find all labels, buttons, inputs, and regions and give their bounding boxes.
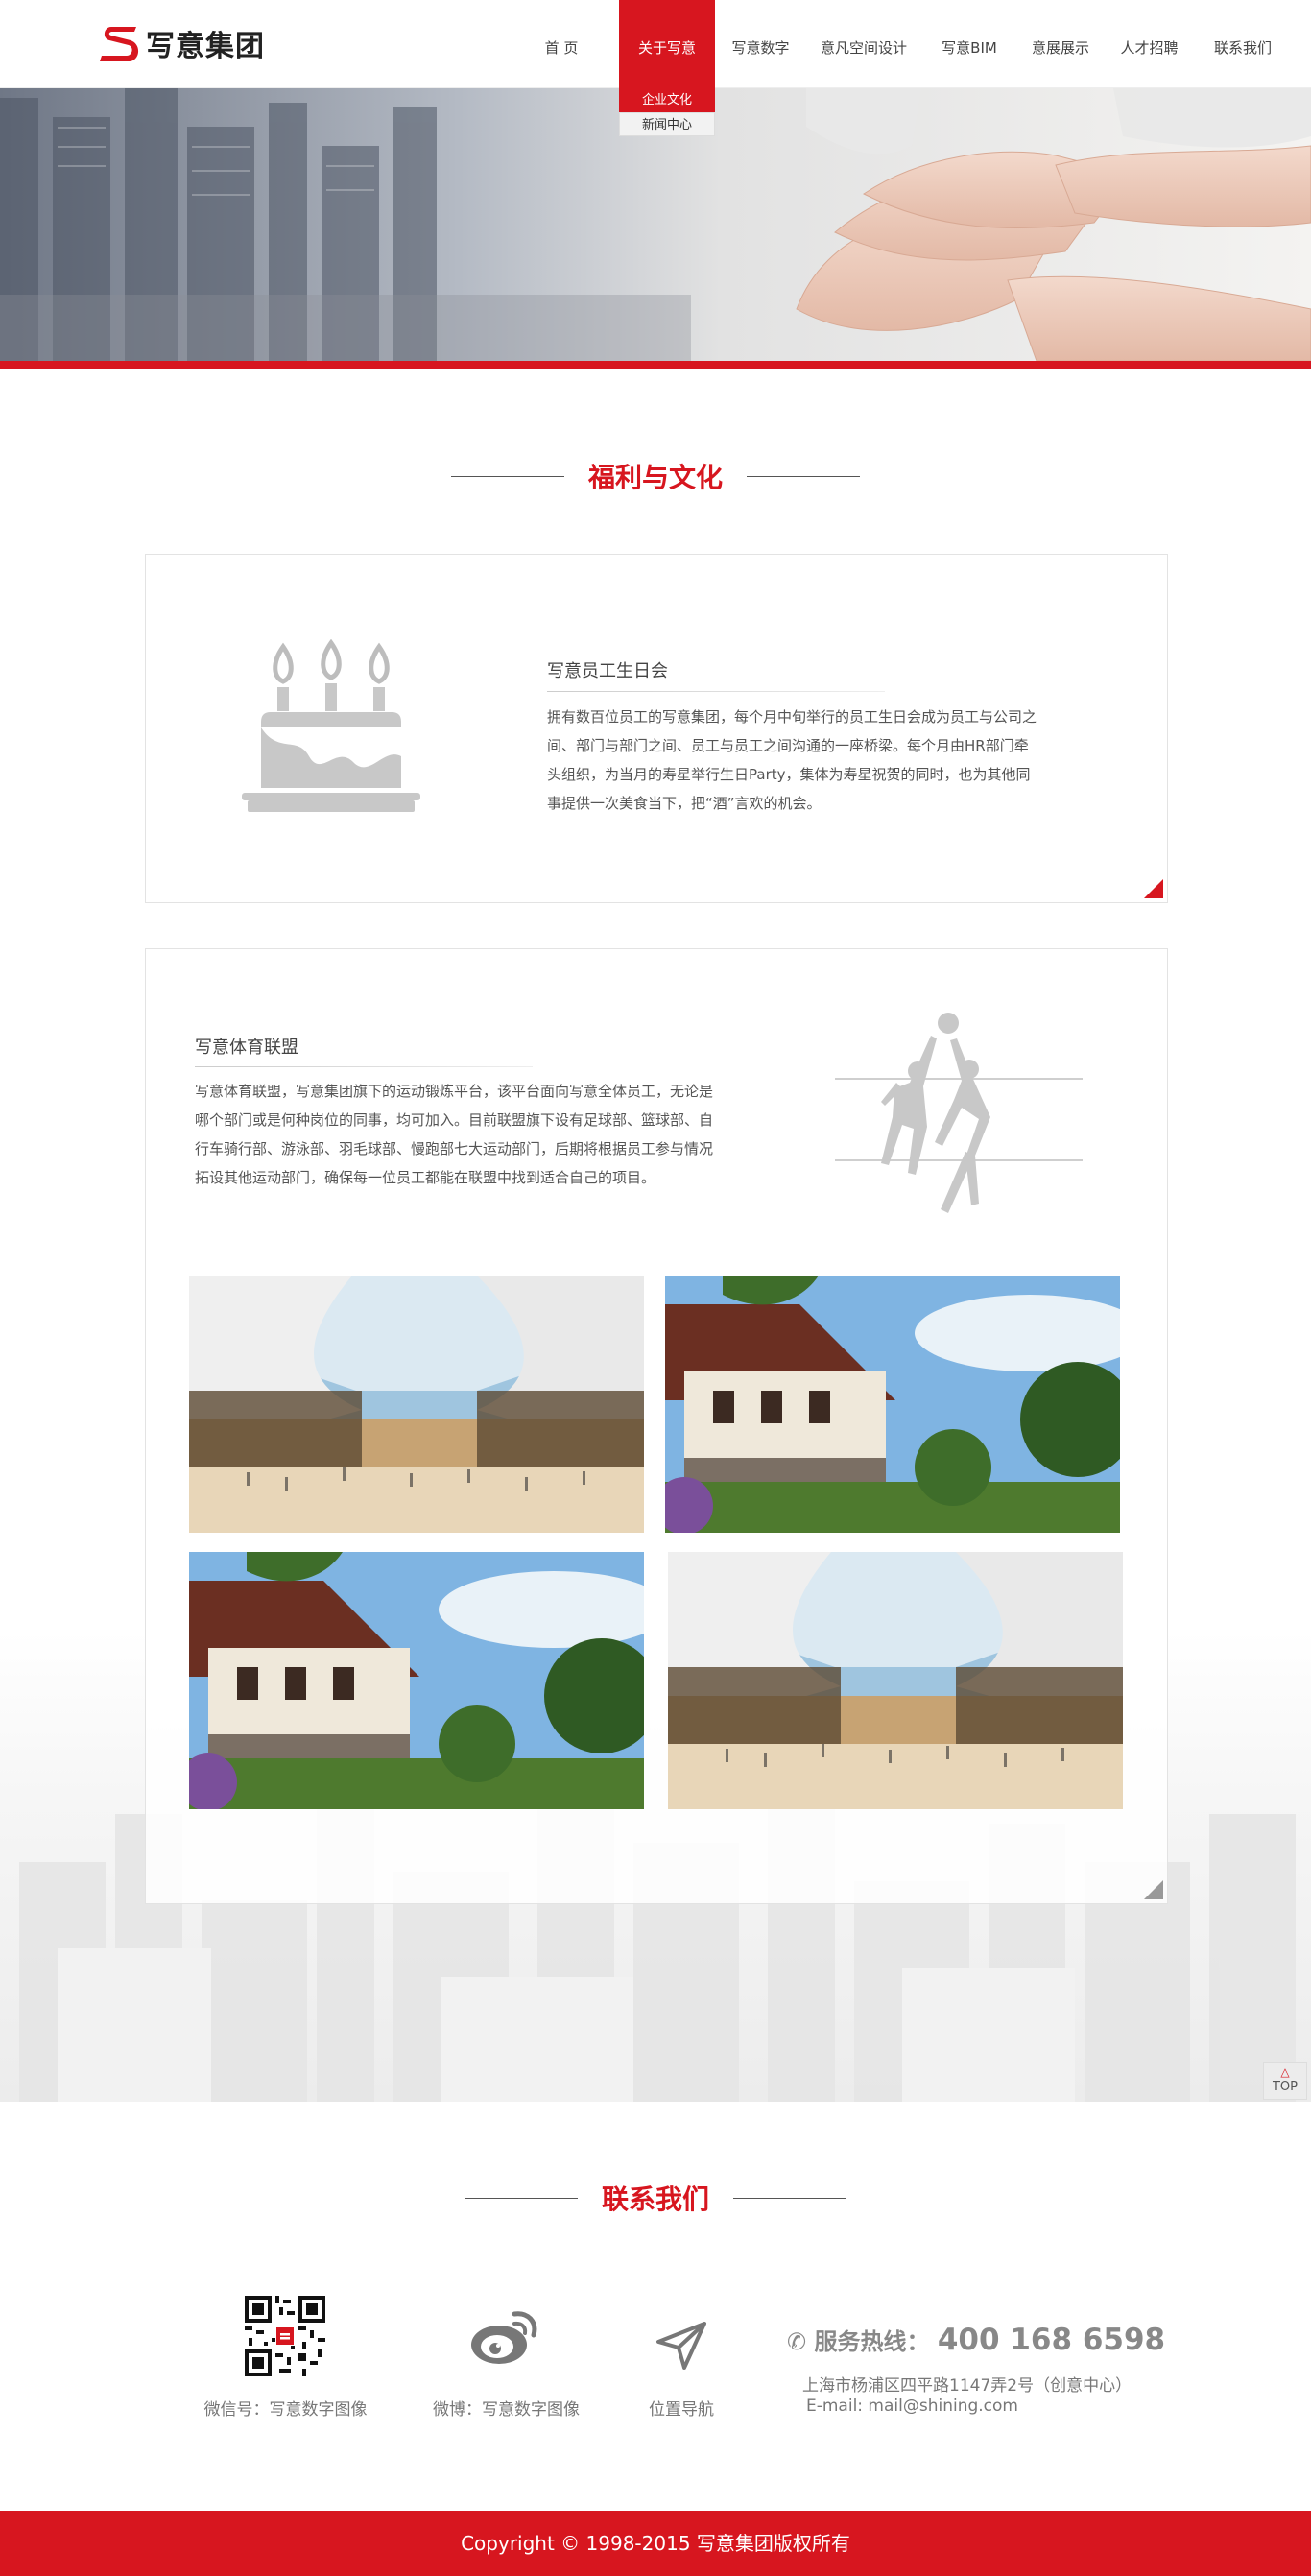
- title-left-rule: [464, 2197, 578, 2199]
- title-left-rule: [450, 475, 564, 477]
- site-logo[interactable]: 写意集团: [98, 21, 265, 65]
- contact-title-text: 联系我们: [601, 2183, 709, 2215]
- hotline-number[interactable]: 400 168 6598: [938, 2323, 1165, 2357]
- sports-line: 行车骑行部、游泳部、羽毛球部、慢跑部七大运动部门，后期将根据员工参与情况: [195, 1140, 714, 1157]
- volleyball-players-icon: [835, 1012, 1094, 1241]
- sports-heading-rule: [195, 1066, 533, 1067]
- site-header: 写意集团 首 页 关于写意 写意数字 意凡空间设计 写意BIM 意展展示 人才招…: [0, 0, 1311, 88]
- banner-red-line: [0, 361, 1311, 369]
- site-footer: Copyright © 1998-2015 写意集团版权所有: [0, 2511, 1311, 2576]
- logo-text: 写意集团: [146, 30, 265, 63]
- logo-s-icon: [98, 21, 142, 65]
- nav-recruitment[interactable]: 人才招聘: [1104, 0, 1195, 88]
- nav-digital[interactable]: 写意数字: [715, 0, 806, 88]
- birthday-line: 拥有数百位员工的写意集团，每个月中旬举行的员工生日会成为员工与公司之: [547, 708, 1037, 726]
- wechat-qr-code[interactable]: [245, 2296, 325, 2380]
- contact-section-title: 联系我们: [0, 2179, 1311, 2217]
- location-label: 位置导航: [649, 2400, 714, 2420]
- sports-line: 拓设其他运动部门，确保每一位员工都能在联盟中找到适合自己的项目。: [195, 1169, 656, 1186]
- birthday-line: 头组织，为当月的寿星举行生日Party，集体为寿星祝贺的同时，也为其他同: [547, 766, 1031, 783]
- phone-icon: ✆: [787, 2328, 807, 2355]
- sports-line: 哪个部门或是何种岗位的同事，均可加入。目前联盟旗下设有足球部、篮球部、自: [195, 1111, 714, 1129]
- weibo-label: 微博：写意数字图像: [433, 2400, 580, 2420]
- card-corner-marker: [1144, 879, 1163, 898]
- up-arrow-icon: △: [1280, 2065, 1290, 2079]
- nav-bim[interactable]: 写意BIM: [921, 0, 1017, 88]
- title-right-rule: [747, 475, 861, 477]
- birthday-line: 事提供一次美食当下，把“酒”言欢的机会。: [547, 795, 822, 812]
- submenu-culture[interactable]: 企业文化: [619, 88, 715, 112]
- back-to-top-label: TOP: [1272, 2080, 1298, 2094]
- submenu-news[interactable]: 新闻中心: [619, 112, 715, 136]
- company-email[interactable]: E-mail: mail@shining.com: [802, 2397, 1132, 2417]
- birthday-heading: 写意员工生日会: [547, 661, 668, 681]
- gallery-photo-house-2[interactable]: [189, 1552, 644, 1809]
- birthday-cake-icon: [240, 638, 422, 821]
- gallery-photo-mall-2[interactable]: [668, 1552, 1123, 1809]
- sports-heading: 写意体育联盟: [195, 1038, 298, 1058]
- birthday-card: 写意员工生日会 拥有数百位员工的写意集团，每个月中旬举行的员工生日会成为员工与公…: [145, 554, 1168, 903]
- about-submenu: 企业文化 新闻中心: [619, 88, 715, 136]
- sports-card: 写意体育联盟 写意体育联盟，写意集团旗下的运动锻炼平台，该平台面向写意全体员工，…: [145, 948, 1168, 1904]
- wechat-label: 微信号：写意数字图像: [203, 2400, 368, 2420]
- culture-section-title: 福利与文化: [0, 457, 1311, 495]
- card-corner-marker: [1144, 1880, 1163, 1899]
- birthday-line: 间、部门与部门之间、员工与员工之间沟通的一座桥梁。每个月由HR部门牵: [547, 737, 1029, 754]
- main-nav: 首 页 关于写意 写意数字 意凡空间设计 写意BIM 意展展示 人才招聘 联系我…: [523, 0, 1291, 88]
- culture-title-text: 福利与文化: [587, 462, 723, 493]
- nav-contact[interactable]: 联系我们: [1195, 0, 1291, 88]
- sports-text: 写意体育联盟，写意集团旗下的运动锻炼平台，该平台面向写意全体员工，无论是 哪个部…: [195, 1077, 809, 1192]
- service-hotline: ✆ 服务热线： 400 168 6598: [787, 2323, 1165, 2357]
- birthday-heading-rule: [547, 691, 885, 692]
- copyright-text: Copyright © 1998-2015 写意集团版权所有: [461, 2532, 850, 2555]
- company-address-block: 上海市杨浦区四平路1147弄2号（创意中心） E-mail: mail@shin…: [802, 2376, 1132, 2417]
- nav-exhibition[interactable]: 意展展示: [1017, 0, 1104, 88]
- title-right-rule: [733, 2197, 847, 2199]
- back-to-top-button[interactable]: △ TOP: [1263, 2062, 1307, 2100]
- nav-home[interactable]: 首 页: [523, 0, 600, 88]
- company-address: 上海市杨浦区四平路1147弄2号（创意中心）: [802, 2376, 1132, 2396]
- location-navigation-icon[interactable]: [655, 2321, 708, 2374]
- weibo-icon[interactable]: [470, 2308, 539, 2370]
- hotline-label: 服务热线：: [814, 2328, 930, 2355]
- gallery-photo-house-1[interactable]: [665, 1276, 1120, 1533]
- nav-about[interactable]: 关于写意: [619, 0, 715, 88]
- gallery-photo-mall-1[interactable]: [189, 1276, 644, 1533]
- sports-line: 写意体育联盟，写意集团旗下的运动锻炼平台，该平台面向写意全体员工，无论是: [195, 1083, 714, 1100]
- nav-space-design[interactable]: 意凡空间设计: [806, 0, 921, 88]
- birthday-text: 拥有数百位员工的写意集团，每个月中旬举行的员工生日会成为员工与公司之 间、部门与…: [547, 703, 1094, 818]
